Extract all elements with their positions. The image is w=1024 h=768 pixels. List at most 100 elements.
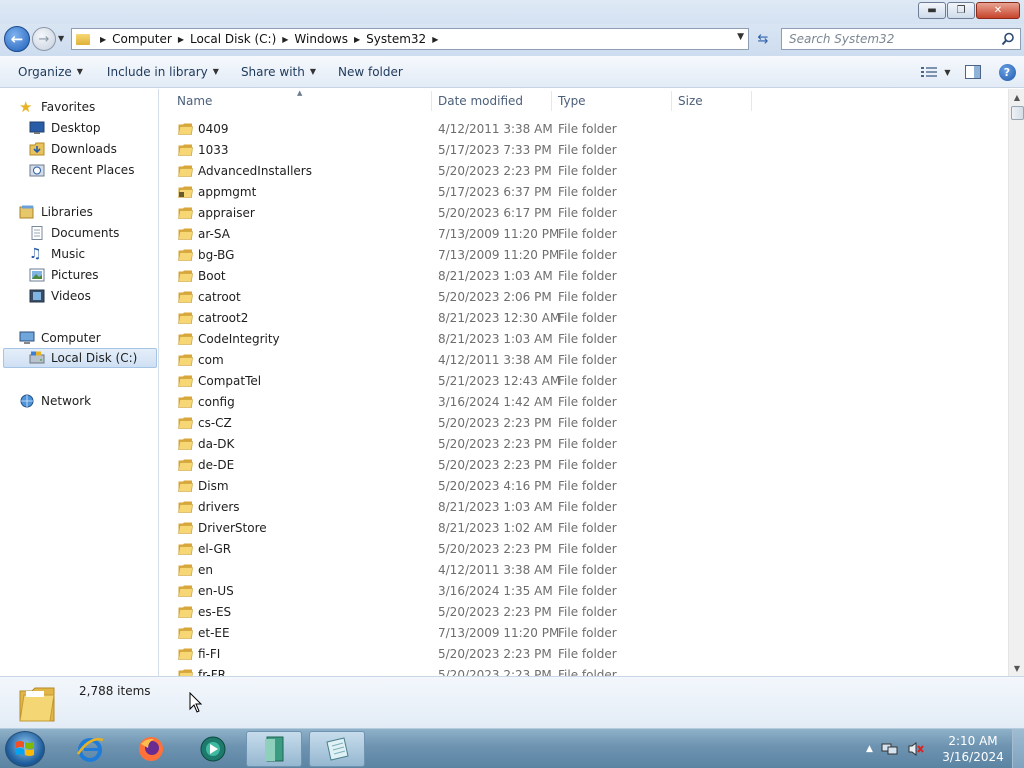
clock[interactable]: 2:10 AM 3/16/2024 — [940, 733, 1006, 765]
file-date-modified: 5/20/2023 2:23 PM — [438, 605, 552, 619]
show-desktop-button[interactable] — [1012, 729, 1024, 768]
folder-icon — [178, 459, 193, 471]
folder-icon — [178, 396, 193, 408]
organize-button[interactable]: Organize ▼ — [9, 60, 92, 84]
file-row[interactable]: AdvancedInstallers 5/20/2023 2:23 PM File … — [168, 161, 758, 182]
nav-downloads[interactable]: Downloads — [29, 139, 117, 159]
search-input[interactable]: Search System32 — [781, 28, 1021, 50]
file-row[interactable]: catroot2 8/21/2023 12:30 AM File folder — [168, 308, 758, 329]
address-history-dropdown[interactable]: ▼ — [737, 32, 744, 42]
network-status-icon[interactable] — [881, 741, 899, 757]
nav-local-disk[interactable]: Local Disk (C:) — [3, 348, 157, 368]
chevron-right-icon[interactable]: ▶ — [352, 35, 362, 44]
scroll-down-button[interactable]: ▼ — [1009, 660, 1024, 676]
minimize-button[interactable]: ▬ — [918, 2, 946, 19]
new-folder-button[interactable]: New folder — [329, 60, 412, 84]
file-row[interactable]: 1033 5/17/2023 7:33 PM File folder — [168, 140, 758, 161]
share-with-button[interactable]: Share with ▼ — [232, 60, 325, 84]
address-bar[interactable]: ▶ Computer ▶ Local Disk (C:) ▶ Windows ▶… — [71, 28, 749, 50]
file-name: 1033 — [198, 143, 229, 157]
volume-muted-icon[interactable] — [907, 741, 925, 757]
nav-pictures[interactable]: Pictures — [29, 265, 99, 285]
chevron-right-icon[interactable]: ▶ — [98, 35, 108, 44]
file-row[interactable]: config 3/16/2024 1:42 AM File folder — [168, 392, 758, 413]
column-divider[interactable] — [751, 91, 752, 111]
maximize-button[interactable]: ❐ — [947, 2, 975, 19]
file-row[interactable]: catroot 5/20/2023 2:06 PM File folder — [168, 287, 758, 308]
file-row[interactable]: et-EE 7/13/2009 11:20 PM File folder — [168, 623, 758, 644]
taskbar-internet-explorer[interactable] — [62, 731, 118, 767]
column-header-name[interactable]: Name — [177, 89, 431, 113]
nav-network[interactable]: Network — [19, 391, 91, 411]
column-header-date-modified[interactable]: Date modified — [438, 89, 550, 113]
forward-button[interactable]: → — [32, 27, 56, 51]
chevron-right-icon[interactable]: ▶ — [176, 35, 186, 44]
change-view-button[interactable]: ▼ — [916, 60, 956, 84]
nav-favorites[interactable]: ★ Favorites — [19, 97, 95, 117]
chevron-right-icon[interactable]: ▶ — [430, 35, 440, 44]
nav-libraries[interactable]: Libraries — [19, 202, 93, 222]
file-row[interactable]: appmgmt 5/17/2023 6:37 PM File folder — [168, 182, 758, 203]
scroll-up-button[interactable]: ▲ — [1009, 89, 1024, 105]
file-row[interactable]: en-US 3/16/2024 1:35 AM File folder — [168, 581, 758, 602]
nav-documents[interactable]: Documents — [29, 223, 119, 243]
start-button[interactable] — [5, 731, 45, 767]
breadcrumb-windows[interactable]: Windows — [290, 29, 352, 49]
taskbar-media-player[interactable] — [185, 731, 241, 767]
recent-pages-dropdown[interactable]: ▼ — [58, 34, 64, 43]
file-row[interactable]: ar-SA 7/13/2009 11:20 PM File folder — [168, 224, 758, 245]
column-header-type[interactable]: Type — [558, 89, 670, 113]
taskbar-explorer[interactable] — [246, 731, 302, 767]
chevron-down-icon[interactable]: ▼ — [944, 68, 950, 77]
nav-recent-places[interactable]: Recent Places — [29, 160, 134, 180]
breadcrumb-system32[interactable]: System32 — [362, 29, 430, 49]
file-type: File folder — [558, 437, 617, 451]
file-row[interactable]: Boot 8/21/2023 1:03 AM File folder — [168, 266, 758, 287]
file-date-modified: 5/20/2023 6:17 PM — [438, 206, 552, 220]
help-button[interactable]: ? — [990, 60, 1024, 84]
column-label: Type — [558, 94, 586, 108]
file-row[interactable]: de-DE 5/20/2023 2:23 PM File folder — [168, 455, 758, 476]
taskbar-firefox[interactable] — [123, 731, 179, 767]
file-row[interactable]: es-ES 5/20/2023 2:23 PM File folder — [168, 602, 758, 623]
address-row: ← → ▼ ▶ Computer ▶ Local Disk (C:) ▶ Win… — [0, 24, 1024, 56]
chevron-right-icon[interactable]: ▶ — [280, 35, 290, 44]
preview-pane-button[interactable] — [956, 60, 990, 84]
show-hidden-icons-button[interactable]: ▲ — [866, 744, 873, 754]
file-row[interactable]: en 4/12/2011 3:38 AM File folder — [168, 560, 758, 581]
file-row[interactable]: 0409 4/12/2011 3:38 AM File folder — [168, 119, 758, 140]
taskbar-notepad[interactable] — [309, 731, 365, 767]
breadcrumb-computer[interactable]: Computer — [108, 29, 176, 49]
file-row[interactable]: DriverStore 8/21/2023 1:02 AM File folder — [168, 518, 758, 539]
back-button[interactable]: ← — [4, 26, 30, 52]
file-row[interactable]: cs-CZ 5/20/2023 2:23 PM File folder — [168, 413, 758, 434]
include-in-library-button[interactable]: Include in library ▼ — [98, 60, 228, 84]
vertical-scrollbar[interactable]: ▲ ▼ — [1008, 89, 1024, 676]
scroll-thumb[interactable] — [1011, 106, 1024, 120]
file-type: File folder — [558, 605, 617, 619]
file-row[interactable]: CodeIntegrity 8/21/2023 1:03 AM File folde… — [168, 329, 758, 350]
file-row[interactable]: el-GR 5/20/2023 2:23 PM File folder — [168, 539, 758, 560]
column-divider[interactable] — [551, 91, 552, 111]
file-row[interactable]: fi-FI 5/20/2023 2:23 PM File folder — [168, 644, 758, 665]
file-row[interactable]: bg-BG 7/13/2009 11:20 PM File folder — [168, 245, 758, 266]
close-button[interactable]: ✕ — [976, 2, 1020, 19]
search-icon[interactable] — [1001, 32, 1015, 46]
folder-icon — [178, 270, 193, 282]
nav-videos[interactable]: Videos — [29, 286, 91, 306]
file-row[interactable]: CompatTel 5/21/2023 12:43 AM File folder — [168, 371, 758, 392]
file-row[interactable]: da-DK 5/20/2023 2:23 PM File folder — [168, 434, 758, 455]
file-row[interactable]: fr-FR 5/20/2023 2:23 PM File folder — [168, 665, 758, 676]
column-divider[interactable] — [431, 91, 432, 111]
file-row[interactable]: drivers 8/21/2023 1:03 AM File folder — [168, 497, 758, 518]
column-divider[interactable] — [671, 91, 672, 111]
file-row[interactable]: Dism 5/20/2023 4:16 PM File folder — [168, 476, 758, 497]
nav-desktop[interactable]: Desktop — [29, 118, 101, 138]
breadcrumb-local-disk[interactable]: Local Disk (C:) — [186, 29, 280, 49]
file-row[interactable]: appraiser 5/20/2023 6:17 PM File folder — [168, 203, 758, 224]
column-header-size[interactable]: Size — [678, 89, 750, 113]
nav-computer[interactable]: Computer — [19, 328, 101, 348]
file-row[interactable]: com 4/12/2011 3:38 AM File folder — [168, 350, 758, 371]
nav-music[interactable]: ♫ Music — [29, 244, 85, 264]
refresh-button[interactable]: ⇆ — [752, 29, 774, 49]
